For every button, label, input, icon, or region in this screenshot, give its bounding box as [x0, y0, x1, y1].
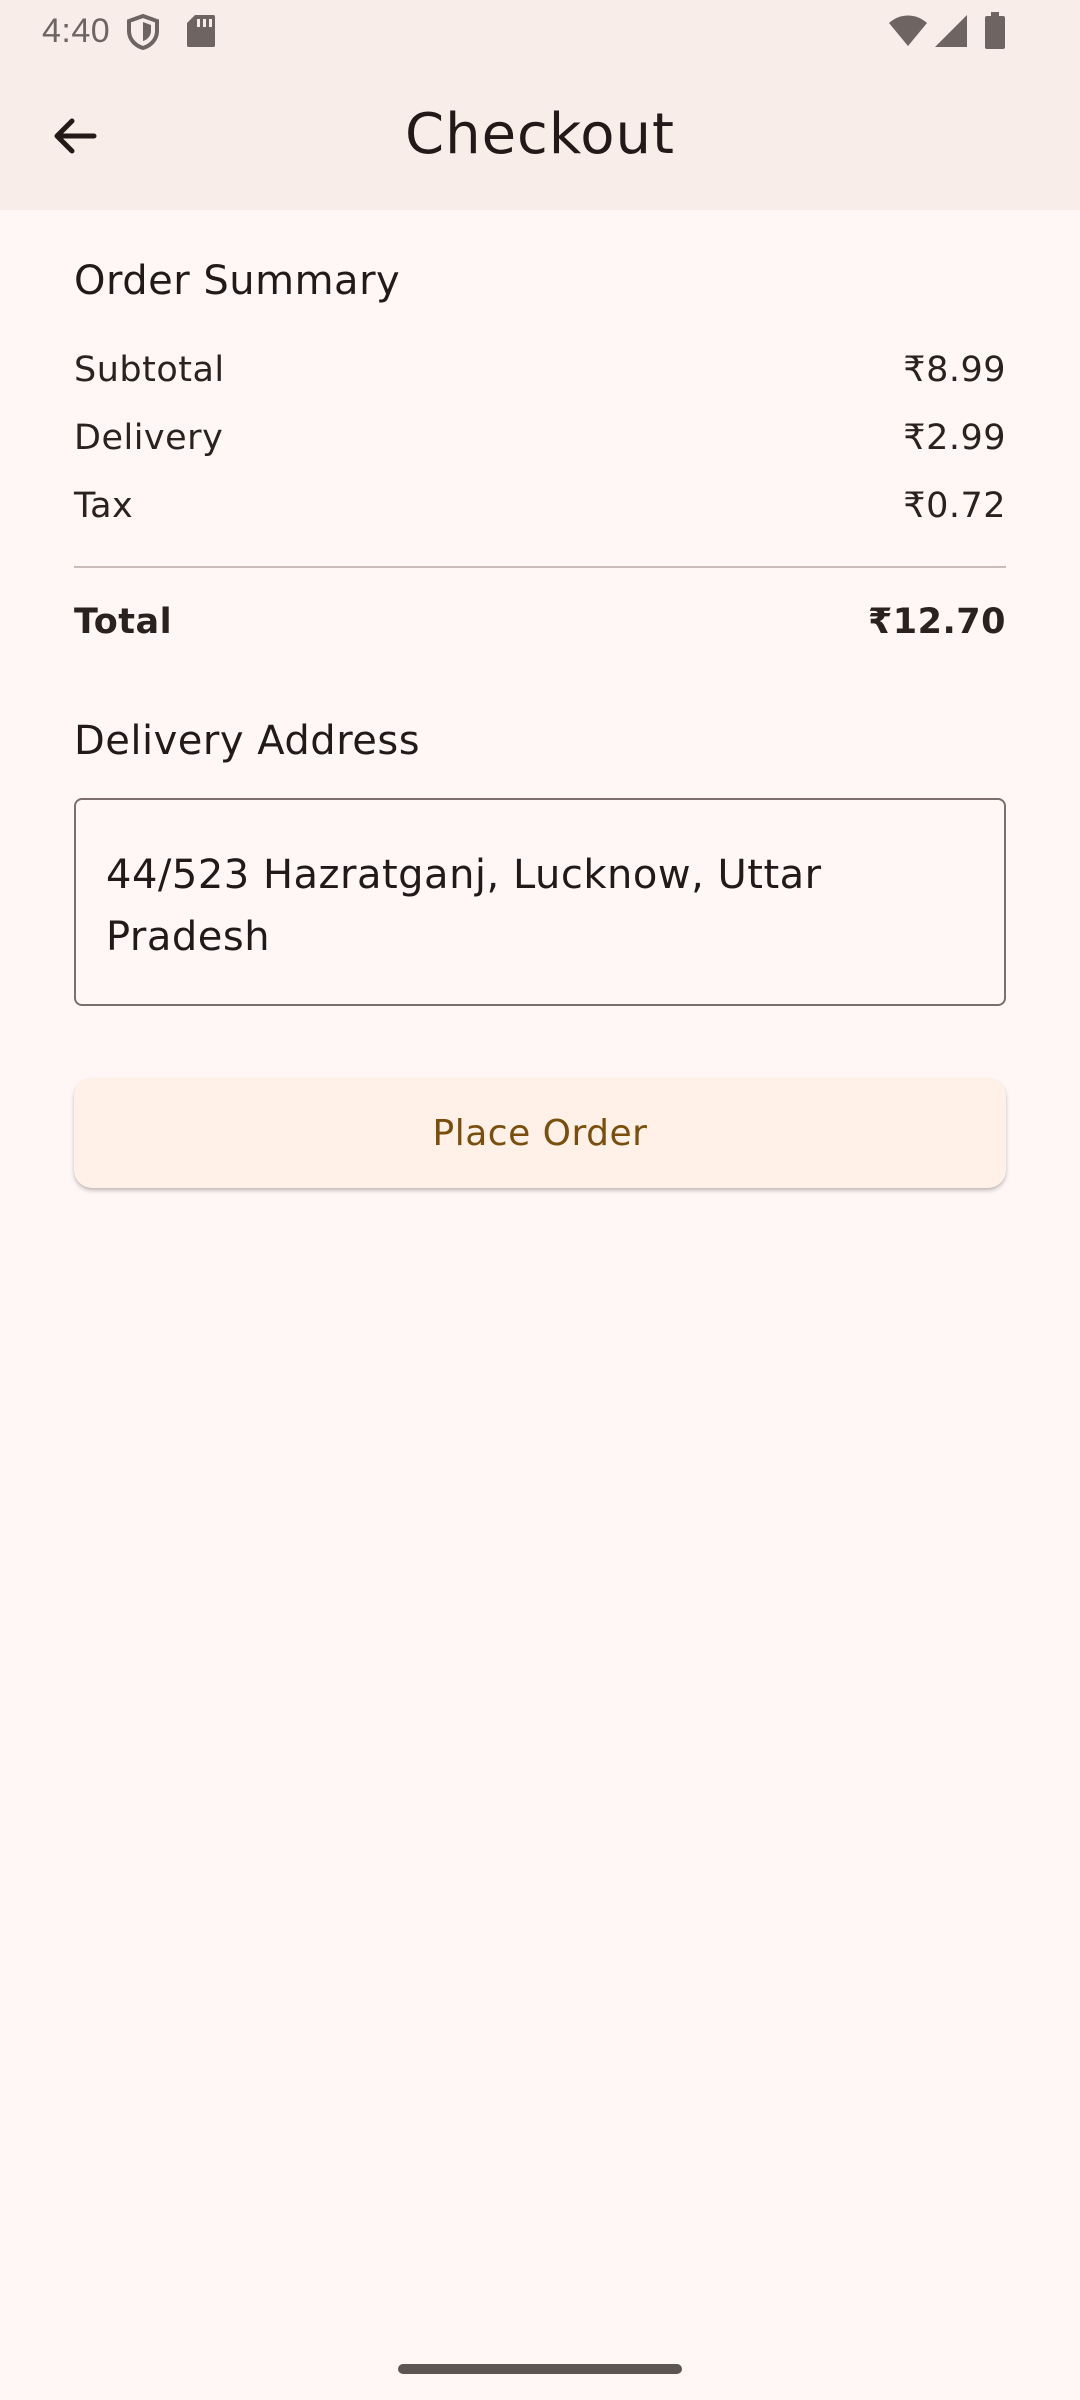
sd-card-icon — [186, 14, 216, 52]
cellular-signal-icon — [934, 14, 968, 52]
summary-row-total: Total ₹12.70 — [74, 602, 1006, 642]
page-title: Checkout — [405, 102, 675, 167]
delivery-address-title: Delivery Address — [74, 718, 421, 764]
summary-label: Delivery — [74, 418, 224, 458]
battery-icon — [984, 12, 1006, 54]
home-indicator[interactable] — [398, 2364, 682, 2374]
shield-icon — [126, 13, 160, 54]
summary-divider — [74, 566, 1006, 568]
summary-row-tax: Tax ₹0.72 — [74, 486, 1006, 526]
status-time: 4:40 — [42, 12, 111, 50]
place-order-button[interactable]: Place Order — [74, 1078, 1006, 1188]
order-summary-title: Order Summary — [74, 258, 401, 304]
summary-row-delivery: Delivery ₹2.99 — [74, 418, 1006, 458]
total-label: Total — [74, 602, 173, 642]
total-value: ₹12.70 — [867, 602, 1006, 642]
summary-value: ₹2.99 — [903, 418, 1006, 458]
summary-row-subtotal: Subtotal ₹8.99 — [74, 350, 1006, 390]
summary-value: ₹0.72 — [903, 486, 1006, 526]
app-bar: Checkout — [0, 64, 1080, 210]
summary-value: ₹8.99 — [903, 350, 1006, 390]
wifi-icon — [888, 14, 928, 52]
summary-label: Subtotal — [74, 350, 225, 390]
status-bar: 4:40 — [0, 0, 1080, 64]
summary-label: Tax — [74, 486, 134, 526]
delivery-address-field[interactable]: 44/523 Hazratganj, Lucknow, Uttar Prades… — [74, 798, 1006, 1006]
delivery-address-value[interactable]: 44/523 Hazratganj, Lucknow, Uttar Prades… — [106, 844, 966, 968]
